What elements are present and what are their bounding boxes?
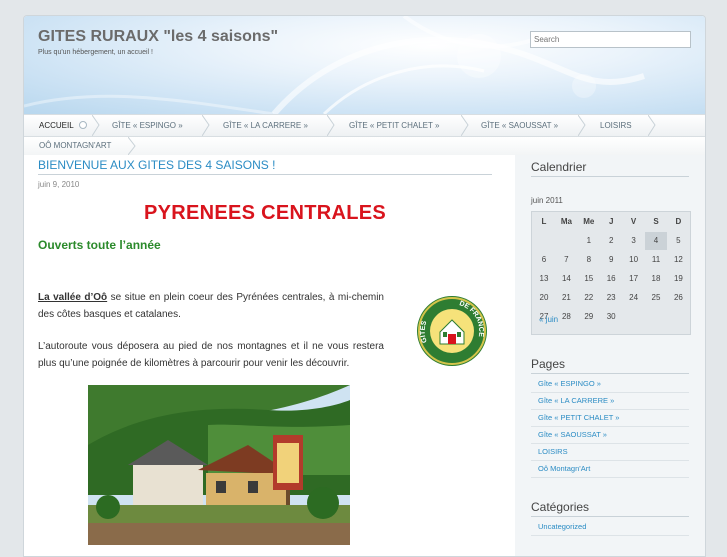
nav-item-accueil[interactable]: ACCUEIL bbox=[39, 115, 87, 136]
calendar-day-cell: 9 bbox=[608, 255, 614, 264]
nav-separator-icon bbox=[92, 115, 100, 136]
calendar-day-cell: 18 bbox=[651, 274, 661, 283]
calendar-day-cell: 6 bbox=[541, 255, 547, 264]
categories-title: Catégories bbox=[531, 500, 689, 517]
search-input[interactable] bbox=[530, 31, 691, 48]
page-link-saoussat[interactable]: Gîte « SAOUSSAT » bbox=[531, 427, 689, 444]
post-heading: PYRENEES CENTRALES bbox=[143, 202, 387, 224]
nav-separator-icon bbox=[578, 115, 586, 136]
page-link-petit-chalet[interactable]: Gîte « PETIT CHALET » bbox=[531, 410, 689, 427]
calendar-day-cell: 5 bbox=[676, 236, 681, 245]
calendar-day-header: V bbox=[630, 217, 637, 226]
post-date: juin 9, 2010 bbox=[38, 180, 80, 189]
site-title[interactable]: GITES RURAUX "les 4 saisons" bbox=[38, 28, 278, 46]
page-link-loisirs[interactable]: LOISIRS bbox=[531, 444, 689, 461]
calendar-day-cell: 17 bbox=[629, 274, 639, 283]
calendar-day-header: Ma bbox=[560, 217, 572, 226]
calendar-day-cell: 25 bbox=[651, 293, 661, 302]
pages-list: Gîte « ESPINGO » Gîte « LA CARRERE » Gît… bbox=[531, 376, 689, 478]
calendar-day-cell: 19 bbox=[673, 274, 683, 283]
calendar-caption: juin 2011 bbox=[531, 196, 563, 205]
calendar-today-cell: 4 bbox=[645, 232, 667, 250]
sidebar: Calendrier juin 2011 L Ma Me J V S D 1 2 3 4 5 6 7 8 9 1… bbox=[515, 155, 705, 556]
nav-item-saoussat[interactable]: GÎTE « SAOUSSAT » bbox=[481, 115, 558, 136]
page-link-espingo[interactable]: Gîte « ESPINGO » bbox=[531, 376, 689, 393]
post-paragraph-2: L’autoroute vous déposera au pied de nos… bbox=[38, 341, 384, 369]
pages-title: Pages bbox=[531, 357, 689, 374]
calendar-day-cell: 21 bbox=[561, 293, 571, 302]
nav-separator-icon bbox=[648, 115, 656, 136]
vallee-link[interactable]: La vallée d’Oô bbox=[38, 292, 107, 303]
calendar-day-header: S bbox=[653, 217, 659, 226]
calendar-day-cell: 29 bbox=[584, 312, 594, 321]
calendar-title: Calendrier bbox=[531, 160, 689, 177]
calendar-day-cell: 22 bbox=[584, 293, 594, 302]
calendar-day-cell: 30 bbox=[606, 312, 616, 321]
nav-separator-icon bbox=[202, 115, 210, 136]
calendar-day-cell: 28 bbox=[561, 312, 571, 321]
calendar-day-cell: 12 bbox=[673, 255, 683, 264]
post-subheading: Ouverts toute l’année bbox=[38, 238, 161, 252]
nav-separator-icon bbox=[327, 115, 335, 136]
calendar-day-cell: 10 bbox=[629, 255, 639, 264]
nav-separator-icon bbox=[128, 137, 136, 155]
site-header: GITES RURAUX "les 4 saisons" Plus qu'un … bbox=[24, 16, 705, 114]
calendar-day-cell: 20 bbox=[539, 293, 549, 302]
calendar-day-cell: 3 bbox=[631, 236, 636, 245]
calendar-day-cell: 26 bbox=[673, 293, 683, 302]
nav-item-montagnart[interactable]: OÔ MONTAGN'ART bbox=[39, 137, 111, 155]
calendar-day-cell: 1 bbox=[586, 236, 592, 245]
nav-separator-icon bbox=[461, 115, 469, 136]
gites-de-france-logo: GITES DE FRANCE bbox=[417, 296, 487, 366]
main-nav-row-2: OÔ MONTAGN'ART bbox=[24, 137, 705, 155]
post-paragraph-1: La vallée d’Oô se situe en plein coeur d… bbox=[38, 289, 384, 323]
calendar-day-header: Me bbox=[583, 217, 595, 226]
calendar-day-cell: 7 bbox=[564, 255, 569, 264]
calendar-day-cell: 23 bbox=[606, 293, 616, 302]
calendar-day-cell: 15 bbox=[584, 274, 594, 283]
calendar-day-header: J bbox=[608, 217, 614, 226]
nav-item-petit-chalet[interactable]: GÎTE « PETIT CHALET » bbox=[349, 115, 439, 136]
nav-item-la-carrere[interactable]: GÎTE « LA CARRERE » bbox=[223, 115, 308, 136]
site-tagline: Plus qu'un hébergement, un accueil ! bbox=[38, 49, 153, 56]
calendar-day-header: D bbox=[675, 217, 682, 226]
categories-list: Uncategorized bbox=[531, 519, 689, 536]
calendar-day-cell: 16 bbox=[606, 274, 616, 283]
calendar-day-cell: 14 bbox=[561, 274, 571, 283]
calendar-day-cell: 8 bbox=[586, 255, 592, 264]
nav-item-label: ACCUEIL bbox=[39, 121, 74, 130]
village-photo bbox=[88, 385, 350, 545]
nav-item-loisirs[interactable]: LOISIRS bbox=[600, 115, 632, 136]
calendar-day-cell: 11 bbox=[651, 255, 661, 264]
calendar-day-cell: 13 bbox=[539, 274, 549, 283]
main-nav: ACCUEIL GÎTE « ESPINGO » GÎTE « LA CARRE… bbox=[24, 114, 705, 137]
calendar-day-cell: 2 bbox=[608, 236, 614, 245]
calendar-day-cell: 24 bbox=[629, 293, 639, 302]
page: GITES RURAUX "les 4 saisons" Plus qu'un … bbox=[23, 15, 706, 557]
post-title[interactable]: BIENVENUE AUX GITES DES 4 SAISONS ! bbox=[38, 158, 492, 175]
home-dot-icon bbox=[78, 121, 87, 129]
page-link-la-carrere[interactable]: Gîte « LA CARRERE » bbox=[531, 393, 689, 410]
page-link-montagnart[interactable]: Oô Montagn'Art bbox=[531, 461, 689, 478]
category-link-uncategorized[interactable]: Uncategorized bbox=[531, 519, 689, 536]
calendar-prev-link[interactable]: « juin bbox=[539, 315, 558, 324]
nav-item-espingo[interactable]: GÎTE « ESPINGO » bbox=[112, 115, 183, 136]
calendar-day-header: L bbox=[541, 217, 547, 226]
